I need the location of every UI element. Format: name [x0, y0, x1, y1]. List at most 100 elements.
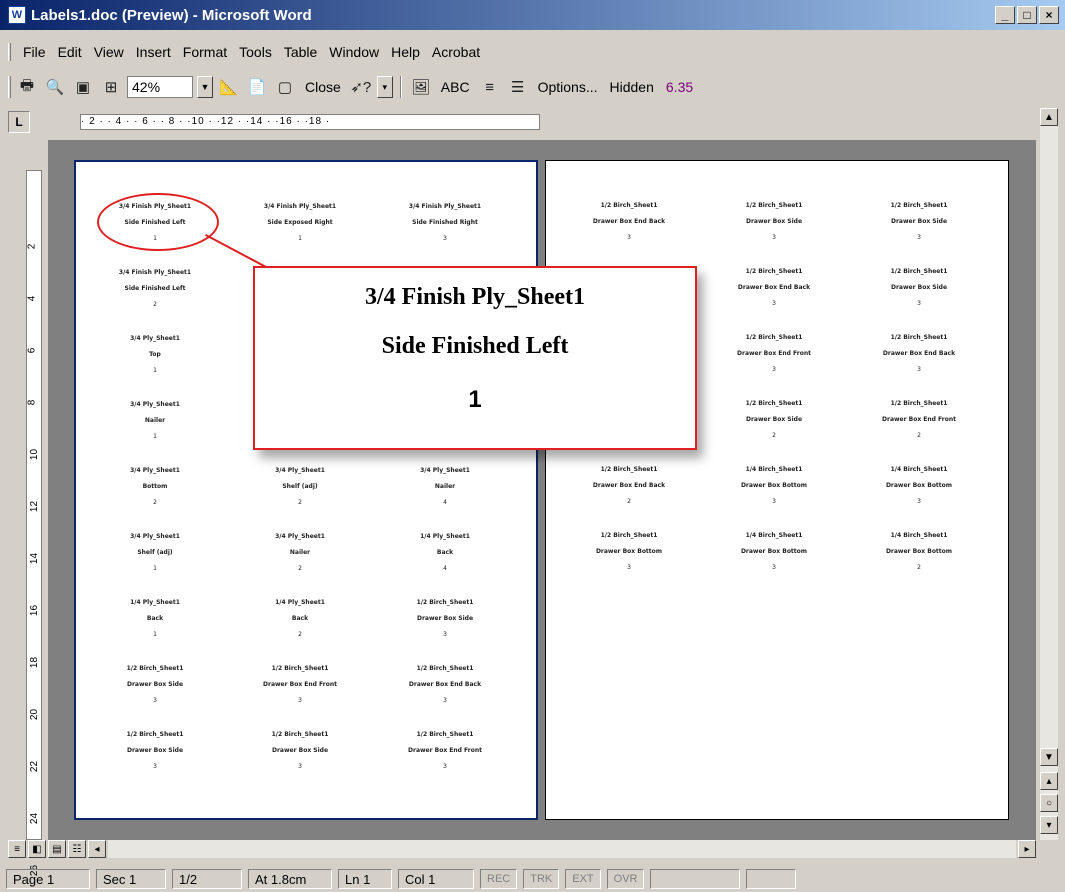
menu-help[interactable]: Help [385, 42, 426, 62]
label-l1: 1/2 Birch_Sheet1 [890, 400, 948, 407]
menu-insert[interactable]: Insert [130, 42, 177, 62]
label-l2: Drawer Box End Front [263, 681, 337, 688]
scroll-right-icon[interactable]: ▸ [1018, 840, 1036, 858]
label-cell: 1/2 Birch_Sheet1 Drawer Box Side 3 [854, 269, 984, 313]
label-l2: Drawer Box End Back [592, 218, 666, 225]
tab-stop-selector[interactable]: L [8, 111, 30, 133]
help-dropdown-icon[interactable]: ▾ [376, 76, 393, 98]
menu-table[interactable]: Table [278, 42, 323, 62]
horizontal-scrollbar[interactable] [108, 840, 1016, 858]
magnifier-icon[interactable]: 🔍 [43, 75, 67, 99]
print-layout-icon[interactable]: ▤ [48, 840, 66, 858]
print-icon[interactable]: 🖶 [15, 75, 39, 99]
label-l1: 3/4 Ply_Sheet1 [130, 533, 180, 540]
scroll-left-icon[interactable]: ◂ [88, 840, 106, 858]
web-layout-icon[interactable]: ◧ [28, 840, 46, 858]
menu-tools[interactable]: Tools [233, 42, 278, 62]
menu-edit[interactable]: Edit [52, 42, 88, 62]
status-rec[interactable]: REC [480, 869, 518, 889]
image-icon[interactable]: 🖼 [409, 75, 433, 99]
scroll-down-icon[interactable]: ▼ [1040, 748, 1058, 766]
label-l3: 3 [443, 235, 447, 242]
close-preview-button[interactable]: Close [301, 79, 345, 95]
label-cell: 1/4 Ply_Sheet1 Back 2 [235, 600, 365, 644]
label-l2: Drawer Box Side [271, 747, 329, 754]
label-l1: 1/4 Birch_Sheet1 [890, 532, 948, 539]
status-trk[interactable]: TRK [523, 869, 560, 889]
zoom-input[interactable]: 42% [127, 76, 193, 98]
label-cell: 1/2 Birch_Sheet1 Drawer Box Side 3 [709, 203, 839, 247]
label-l2: Drawer Box Side [890, 284, 948, 291]
word-app-icon[interactable]: W [8, 6, 26, 24]
spelling-button[interactable]: ABC [437, 79, 474, 95]
left-page[interactable]: 3/4 Finish Ply_Sheet1 Side Finished Left 1… [74, 160, 538, 820]
label-cell: 1/2 Birch_Sheet1 Drawer Box Side 3 [235, 732, 365, 776]
full-screen-icon[interactable]: ▢ [273, 75, 297, 99]
magnified-line2: Side Finished Left [381, 333, 569, 359]
zoom-dropdown-icon[interactable]: ▼ [197, 76, 213, 98]
prev-page-icon[interactable]: ▴ [1040, 772, 1058, 790]
label-l3: 4 [443, 499, 447, 506]
toolbar-grip[interactable] [8, 76, 11, 98]
label-l2: Drawer Box Side [416, 615, 474, 622]
normal-view-icon[interactable]: ≡ [8, 840, 26, 858]
select-browse-object-icon[interactable]: ○ [1040, 794, 1058, 812]
status-language [650, 869, 741, 889]
title-bar: W Labels1.doc (Preview) - Microsoft Word… [0, 0, 1065, 30]
label-l2: Nailer [144, 417, 166, 424]
label-l1: 1/2 Birch_Sheet1 [890, 268, 948, 275]
label-cell: 1/4 Birch_Sheet1 Drawer Box Bottom 2 [854, 533, 984, 577]
close-window-button[interactable]: × [1039, 6, 1059, 24]
paragraph-icon[interactable]: ≡ [478, 75, 502, 99]
one-page-icon[interactable]: ▣ [71, 75, 95, 99]
label-cell: 3/4 Ply_Sheet1 Top 1 [90, 336, 220, 380]
label-l2: Nailer [289, 549, 311, 556]
label-l1: 1/2 Birch_Sheet1 [271, 731, 329, 738]
menubar-grip[interactable] [8, 43, 11, 61]
label-l2: Drawer Box End Back [408, 681, 482, 688]
maximize-button[interactable]: □ [1017, 6, 1037, 24]
menu-view[interactable]: View [88, 42, 130, 62]
minimize-button[interactable]: _ [995, 6, 1015, 24]
label-l3: 3 [772, 366, 776, 373]
hidden-button[interactable]: Hidden [606, 79, 658, 95]
scroll-up-icon[interactable]: ▲ [1040, 108, 1058, 126]
right-page[interactable]: 1/2 Birch_Sheet1 Drawer Box End Back 3 1/2 … [545, 160, 1009, 820]
menu-acrobat[interactable]: Acrobat [426, 42, 486, 62]
shrink-to-fit-icon[interactable]: 📄 [245, 75, 269, 99]
status-ovr[interactable]: OVR [606, 869, 645, 889]
context-help-icon[interactable]: ➶? [349, 75, 373, 99]
vertical-ruler[interactable]: 2 4 6 8 10 12 14 16 18 20 22 24 26 [24, 140, 44, 876]
menu-format[interactable]: Format [177, 42, 233, 62]
label-l2: Bottom [142, 483, 168, 490]
horizontal-ruler[interactable]: · 2 · · 4 · · 6 · · 8 · ·10 · ·12 · ·14 … [80, 114, 540, 130]
callout-circle [97, 193, 219, 251]
label-l1: 1/2 Birch_Sheet1 [745, 334, 803, 341]
view-bar: ≡ ◧ ▤ ☷ ◂ ▸ [8, 838, 1036, 860]
label-l1: 3/4 Ply_Sheet1 [130, 467, 180, 474]
label-l3: 2 [153, 499, 157, 506]
label-cell: 1/2 Birch_Sheet1 Drawer Box Side 2 [709, 401, 839, 445]
menu-window[interactable]: Window [323, 42, 385, 62]
vruler-label: 22 [29, 760, 41, 773]
outline-view-icon[interactable]: ☷ [68, 840, 86, 858]
multiple-pages-icon[interactable]: ⊞ [99, 75, 123, 99]
label-l1: 1/4 Ply_Sheet1 [275, 599, 325, 606]
label-l3: 2 [298, 565, 302, 572]
options-button[interactable]: Options... [534, 79, 602, 95]
status-page: Page 1 [6, 869, 90, 889]
label-l3: 2 [627, 498, 631, 505]
label-l3: 3 [772, 234, 776, 241]
status-ext[interactable]: EXT [565, 869, 601, 889]
next-page-icon[interactable]: ▾ [1040, 816, 1058, 834]
vertical-scrollbar[interactable]: ▲ ▼ ▴ ○ ▾ [1040, 108, 1058, 840]
label-l3: 2 [917, 564, 921, 571]
label-l3: 3 [443, 697, 447, 704]
menu-file[interactable]: File [17, 42, 52, 62]
label-l2: Nailer [434, 483, 456, 490]
label-l2: Back [291, 615, 309, 622]
label-l2: Drawer Box Side [126, 681, 184, 688]
view-ruler-icon[interactable]: 📐 [217, 75, 241, 99]
label-l2: Drawer Box Side [890, 218, 948, 225]
list-icon[interactable]: ☰ [506, 75, 530, 99]
